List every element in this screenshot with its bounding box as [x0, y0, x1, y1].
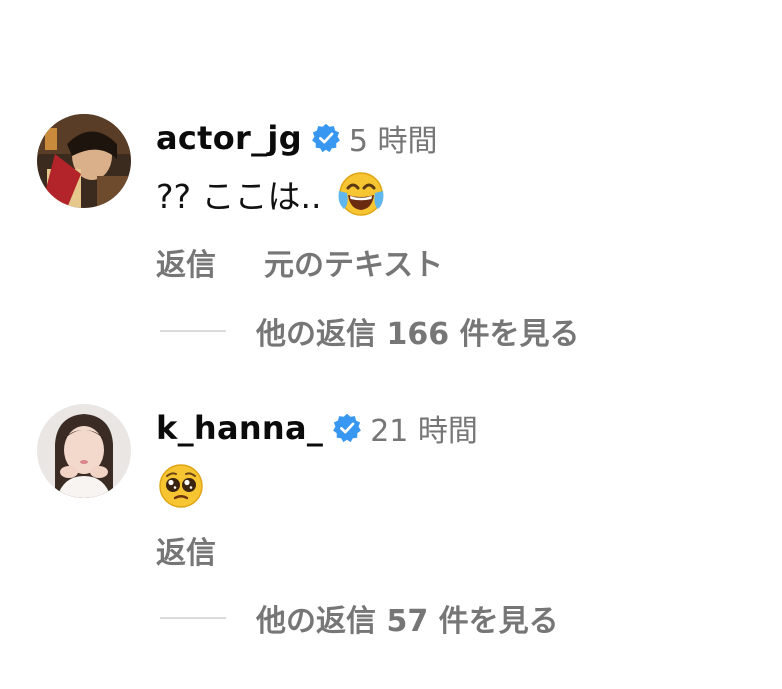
- username[interactable]: actor_jg: [156, 119, 302, 157]
- reply-button[interactable]: 返信: [156, 528, 216, 572]
- avatar-photo-icon: [37, 404, 131, 498]
- view-replies-button[interactable]: 他の返信 166 件を見る: [160, 311, 580, 352]
- replies-divider-line: [160, 330, 226, 332]
- verified-badge-icon: [332, 413, 362, 443]
- see-original-button[interactable]: 元のテキスト: [264, 240, 443, 284]
- comment-header: actor_jg 5 時間: [156, 116, 438, 160]
- face-with-tears-of-joy-icon: [336, 169, 386, 219]
- timestamp: 5 時間: [348, 124, 438, 159]
- view-replies-label: 他の返信 57 件を見る: [256, 604, 559, 639]
- timestamp: 21 時間: [370, 414, 478, 449]
- comment-actions: 返信 元のテキスト: [156, 240, 443, 284]
- avatar-photo-icon: [37, 114, 131, 208]
- avatar[interactable]: [37, 114, 131, 208]
- comment-text: ?? ここは..: [156, 177, 322, 216]
- username[interactable]: k_hanna_: [156, 409, 323, 447]
- reply-button[interactable]: 返信: [156, 240, 216, 284]
- comment-body: [156, 460, 206, 512]
- replies-divider-line: [160, 617, 226, 619]
- view-replies-label: 他の返信 166 件を見る: [256, 317, 580, 352]
- verified-badge-icon: [311, 123, 341, 153]
- comment-actions: 返信: [156, 528, 216, 572]
- pleading-face-icon: [156, 461, 206, 511]
- avatar[interactable]: [37, 404, 131, 498]
- comment-body: ?? ここは..: [156, 166, 386, 222]
- comment-header: k_hanna_ 21 時間: [156, 406, 478, 450]
- view-replies-button[interactable]: 他の返信 57 件を見る: [160, 598, 559, 639]
